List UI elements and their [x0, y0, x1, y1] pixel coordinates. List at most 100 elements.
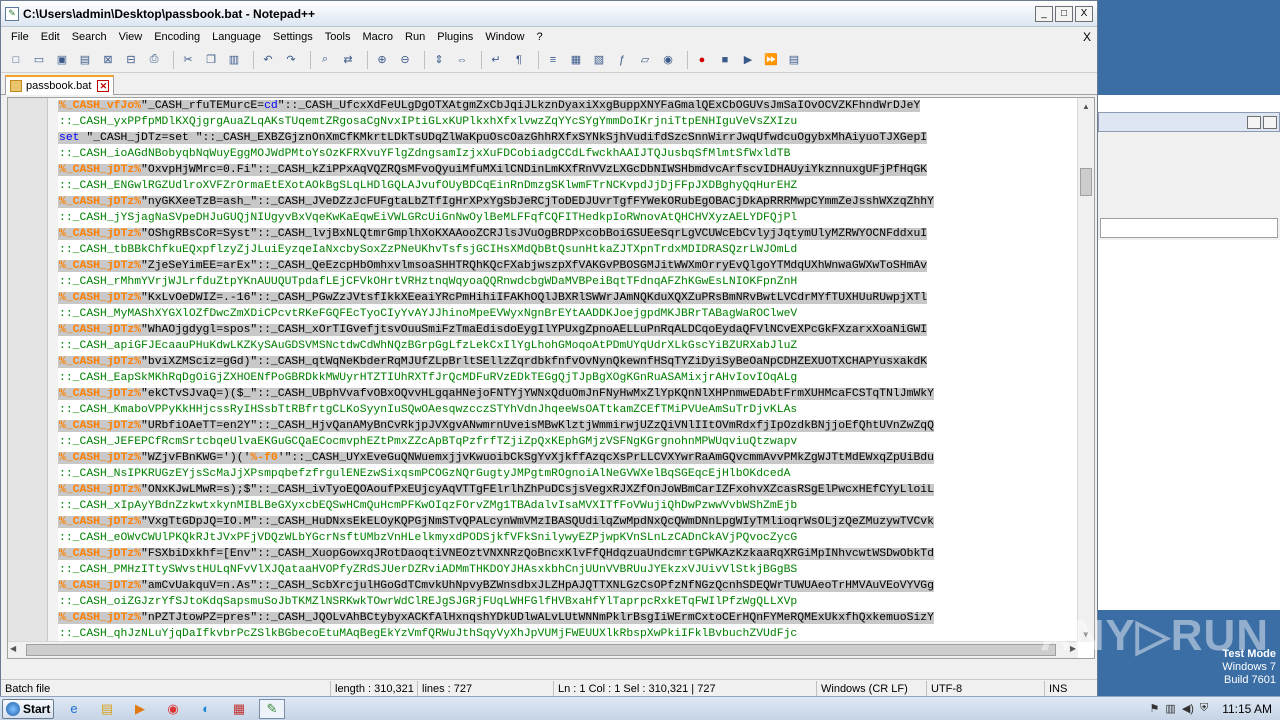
status-eol[interactable]: Windows (CR LF) — [817, 680, 927, 697]
zoom-in-icon[interactable]: ⊕ — [373, 51, 391, 69]
security-icon[interactable]: ⛨ — [1200, 702, 1208, 715]
menu-window[interactable]: Window — [479, 31, 530, 43]
save-all-icon[interactable]: ▤ — [76, 51, 94, 69]
menu-run[interactable]: Run — [399, 31, 431, 43]
udl-icon[interactable]: ▦ — [567, 51, 585, 69]
horizontal-scroll-thumb[interactable] — [26, 644, 1056, 656]
open-file-icon[interactable]: ▭ — [30, 51, 48, 69]
code-line[interactable]: 114::_CASH_qhJzNLuYjqDaIfkvbrPcZSlkBGbec… — [58, 626, 1078, 642]
doc-map-icon[interactable]: ▧ — [590, 51, 608, 69]
code-line[interactable]: 87%_CASH_jDTz%"nyGKXeeTzB=ash_"::_CASH_J… — [58, 194, 1078, 210]
code-line[interactable]: 93%_CASH_jDTz%"KxLvOeDWIZ=.-16"::_CASH_P… — [58, 290, 1078, 306]
code-line[interactable]: 102::_CASH_JEFEPCfRcmSrtcbqeUlvaEKGuGCQa… — [58, 434, 1078, 450]
tab-passbook-bat[interactable]: passbook.bat ✕ — [5, 75, 115, 95]
title-bar[interactable]: ✎ C:\Users\admin\Desktop\passbook.bat - … — [1, 1, 1097, 27]
code-line[interactable]: 106::_CASH_xIpAyYBdnZzkwtxkynMIBLBeGXyxc… — [58, 498, 1078, 514]
ie-icon[interactable]: e — [61, 699, 87, 719]
code-line[interactable]: 83set "_CASH_jDTz=set "::_CASH_EXBZGjznO… — [58, 130, 1078, 146]
code-line[interactable]: 113%_CASH_jDTz%"nPZTJtowPZ=pres"::_CASH_… — [58, 610, 1078, 626]
sync-vertical-icon[interactable]: ⇕ — [430, 51, 448, 69]
notepadpp-icon[interactable]: ✎ — [259, 698, 285, 719]
code-line[interactable]: 96::_CASH_apiGFJEcaauPHuKdwLKZKySAuGDSVM… — [58, 338, 1078, 354]
code-line[interactable]: 111%_CASH_jDTz%"amCvUakquV=n.As"::_CASH_… — [58, 578, 1078, 594]
close-all-icon[interactable]: ⊟ — [122, 51, 140, 69]
close-icon[interactable]: ✕ — [97, 80, 110, 92]
zoom-out-icon[interactable]: ⊖ — [396, 51, 414, 69]
paste-icon[interactable]: ▥ — [225, 51, 243, 69]
code-line[interactable]: 100::_CASH_KmaboVPPyKkHHjcssRyIHSsbTtRBf… — [58, 402, 1078, 418]
stop-macro-icon[interactable]: ■ — [716, 51, 734, 69]
run-macro-multiple-icon[interactable]: ⏩ — [762, 51, 780, 69]
menu-tools[interactable]: Tools — [319, 31, 357, 43]
code-line[interactable]: 97%_CASH_jDTz%"bviXZMSciz=gGd)"::_CASH_q… — [58, 354, 1078, 370]
word-wrap-icon[interactable]: ↵ — [487, 51, 505, 69]
code-line[interactable]: 94::_CASH_MyMAShXYGXlOZfDwcZmXDiCPcvtRKe… — [58, 306, 1078, 322]
start-button[interactable]: Start — [2, 698, 54, 719]
editor[interactable]: 81%_CASH_vfJo%"_CASH_rfuTEMurcE=cd"::_CA… — [7, 97, 1095, 659]
code-line[interactable]: 90::_CASH_tbBBkChfkuEQxpflzyZjJLuiEyzqeI… — [58, 242, 1078, 258]
copy-icon[interactable]: ❐ — [202, 51, 220, 69]
code-line[interactable]: 91%_CASH_jDTz%"ZjeSeYimEE=arEx"::_CASH_Q… — [58, 258, 1078, 274]
code-line[interactable]: 89%_CASH_jDTz%"OShgRBsCoR=Syst"::_CASH_l… — [58, 226, 1078, 242]
media-player-icon[interactable]: ▶ — [127, 699, 153, 719]
monitor-icon[interactable]: ◉ — [659, 51, 677, 69]
close-icon[interactable]: ⊠ — [99, 51, 117, 69]
code-line[interactable]: 104::_CASH_NsIPKRUGzEYjsScMaJjXPsmpqbefz… — [58, 466, 1078, 482]
vertical-scrollbar[interactable]: ▲ ▼ — [1077, 98, 1094, 642]
clock[interactable]: 11:15 AM — [1222, 702, 1272, 716]
save-icon[interactable]: ▣ — [53, 51, 71, 69]
code-line[interactable]: 82::_CASH_yxPPfpMDlKXQjgrgAuaZLqAKsTUqem… — [58, 114, 1078, 130]
app-icon[interactable]: ▦ — [226, 699, 252, 719]
horizontal-scrollbar[interactable]: ◀ ▶ — [8, 641, 1078, 658]
code-line[interactable]: 101%_CASH_jDTz%"URbfiOAeTT=en2Y"::_CASH_… — [58, 418, 1078, 434]
find-icon[interactable]: ⌕ — [316, 51, 334, 69]
menu-view[interactable]: View — [113, 31, 149, 43]
indent-guide-icon[interactable]: ≡ — [544, 51, 562, 69]
edge-icon[interactable]: ◐ — [193, 699, 219, 719]
bg-minimize-icon[interactable] — [1247, 116, 1261, 129]
flag-icon[interactable]: ⚑ — [1150, 702, 1160, 715]
menu-macro[interactable]: Macro — [356, 31, 399, 43]
code-line[interactable]: 105%_CASH_jDTz%"ONxKJwLMwR=s);$"::_CASH_… — [58, 482, 1078, 498]
code-line[interactable]: 92::_CASH_rMhmYVrjWJLrfduZtpYKnAUUQUTpda… — [58, 274, 1078, 290]
status-mode[interactable]: INS — [1045, 681, 1085, 697]
explorer-icon[interactable]: ▤ — [94, 699, 120, 719]
close-button[interactable]: X — [1075, 5, 1093, 22]
scroll-up-icon[interactable]: ▲ — [1078, 98, 1094, 114]
code-line[interactable]: 81%_CASH_vfJo%"_CASH_rfuTEMurcE=cd"::_CA… — [58, 98, 1078, 114]
menu-settings[interactable]: Settings — [267, 31, 319, 43]
redo-icon[interactable]: ↷ — [282, 51, 300, 69]
code-line[interactable]: 88::_CASH_jYSjagNaSVpeDHJuGUQjNIUgyvBxVq… — [58, 210, 1078, 226]
menu-edit[interactable]: Edit — [35, 31, 66, 43]
folder-workspace-icon[interactable]: ▱ — [636, 51, 654, 69]
menu-file[interactable]: File — [5, 31, 35, 43]
menu-plugins[interactable]: Plugins — [431, 31, 479, 43]
vertical-scroll-thumb[interactable] — [1080, 168, 1092, 196]
code-line[interactable]: 85%_CASH_jDTz%"OxvpHjWMrc=0.Fi"::_CASH_k… — [58, 162, 1078, 178]
menu-encoding[interactable]: Encoding — [148, 31, 206, 43]
volume-icon[interactable]: ◀) — [1182, 702, 1194, 715]
print-icon[interactable]: ⎙ — [145, 51, 163, 69]
maximize-button[interactable]: □ — [1055, 5, 1073, 22]
menu-language[interactable]: Language — [206, 31, 267, 43]
menu-help[interactable]: ? — [530, 31, 548, 43]
menu-search[interactable]: Search — [66, 31, 113, 43]
code-line[interactable]: 99%_CASH_jDTz%"ekCTvSJvaQ=)($_"::_CASH_U… — [58, 386, 1078, 402]
code-line[interactable]: 107%_CASH_jDTz%"VxgTtGDpJQ=IO.M"::_CASH_… — [58, 514, 1078, 530]
code-line[interactable]: 112::_CASH_oiZGJzrYfSJtoKdqSapsmuSoJbTKM… — [58, 594, 1078, 610]
code-line[interactable]: 95%_CASH_jDTz%"WhAOjgdygl=spos"::_CASH_x… — [58, 322, 1078, 338]
code-line[interactable]: 108::_CASH_eOWvCWUlPKQkRJtJVxPFjVDQzWLbY… — [58, 530, 1078, 546]
code-area[interactable]: 81%_CASH_vfJo%"_CASH_rfuTEMurcE=cd"::_CA… — [58, 98, 1078, 642]
new-file-icon[interactable]: □ — [7, 51, 25, 69]
record-macro-icon[interactable]: ● — [693, 51, 711, 69]
play-macro-icon[interactable]: ▶ — [739, 51, 757, 69]
function-list-icon[interactable]: ƒ — [613, 51, 631, 69]
scroll-left-icon[interactable]: ◀ — [10, 644, 16, 653]
code-line[interactable]: 98::_CASH_EapSkMKhRqDgOiGjZXHOENfPoGBRDk… — [58, 370, 1078, 386]
code-line[interactable]: 109%_CASH_jDTz%"FSXbiDxkhf=[Env"::_CASH_… — [58, 546, 1078, 562]
save-macro-icon[interactable]: ▤ — [785, 51, 803, 69]
network-icon[interactable]: ▥ — [1165, 702, 1175, 715]
sync-horizontal-icon[interactable]: ⇔ — [453, 51, 471, 69]
undo-icon[interactable]: ↶ — [259, 51, 277, 69]
code-line[interactable]: 103%_CASH_jDTz%"WZjvFBnKWG=')('%-f0'"::_… — [58, 450, 1078, 466]
